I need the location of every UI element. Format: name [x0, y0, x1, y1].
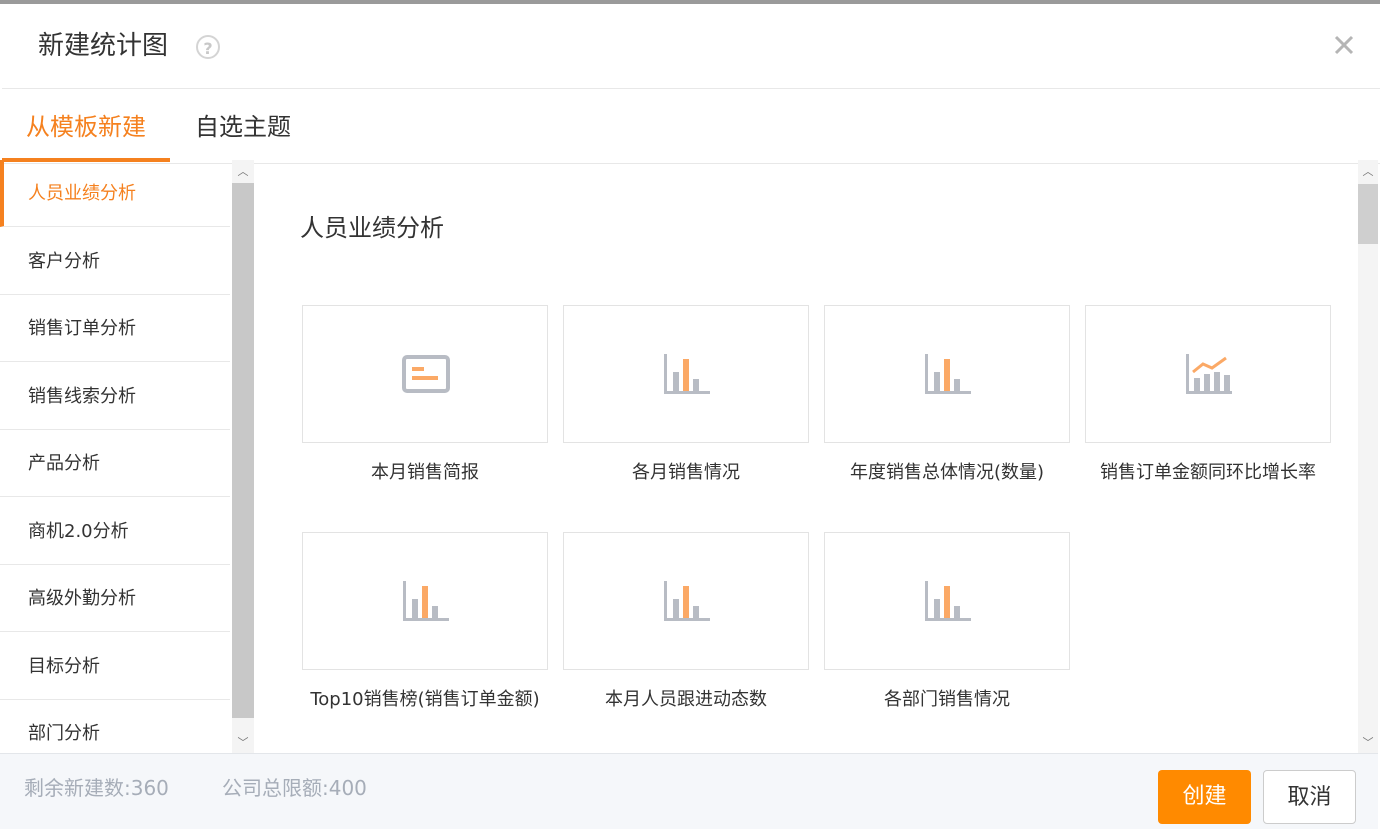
bar-chart-icon — [664, 354, 710, 394]
template-card-department-sales[interactable] — [824, 532, 1070, 670]
bar-chart-icon — [925, 354, 971, 394]
sidebar-scrollbar[interactable]: ︿ ﹀ — [232, 160, 254, 753]
scroll-down-arrow-icon[interactable]: ﹀ — [232, 733, 254, 753]
template-card-growth-rate[interactable] — [1085, 305, 1331, 443]
scroll-up-arrow-icon[interactable]: ︿ — [1357, 162, 1379, 182]
template-card-top10[interactable] — [302, 532, 548, 670]
card-label: 各部门销售情况 — [884, 689, 1010, 710]
sidebar-scroll-thumb[interactable] — [232, 183, 254, 718]
section-title: 人员业绩分析 — [300, 214, 444, 242]
close-icon[interactable] — [1330, 31, 1358, 59]
bar-chart-icon — [664, 581, 710, 621]
card-label: 本月人员跟进动态数 — [605, 689, 767, 710]
scroll-up-arrow-icon[interactable]: ︿ — [232, 162, 254, 182]
template-card-monthly-brief[interactable] — [302, 305, 548, 443]
sidebar-item-customer[interactable]: 客户分析 — [0, 228, 230, 295]
bar-chart-icon — [925, 581, 971, 621]
card-label: 年度销售总体情况(数量) — [849, 462, 1045, 483]
card-label: 各月销售情况 — [632, 462, 740, 483]
dialog-title: 新建统计图 — [38, 31, 169, 61]
company-limit: 公司总限额:400 — [222, 776, 367, 800]
card-label: 本月销售简报 — [371, 462, 479, 483]
sidebar-item-product[interactable]: 产品分析 — [0, 430, 230, 497]
tab-from-template[interactable]: 从模板新建 — [2, 89, 170, 162]
report-card-icon — [402, 355, 450, 393]
cancel-button[interactable]: 取消 — [1263, 770, 1356, 824]
sidebar-item-sales-lead[interactable]: 销售线索分析 — [0, 363, 230, 430]
sidebar-item-personnel-performance[interactable]: 人员业绩分析 — [0, 160, 230, 227]
card-label: 销售订单金额同环比增长率 — [1100, 462, 1316, 483]
sidebar-item-department[interactable]: 部门分析 — [0, 700, 230, 753]
scroll-down-arrow-icon[interactable]: ﹀ — [1357, 733, 1379, 753]
category-sidebar: 人员业绩分析 客户分析 销售订单分析 销售线索分析 产品分析 商机2.0分析 高… — [0, 160, 233, 753]
tab-custom-topic[interactable]: 自选主题 — [195, 89, 291, 162]
dialog-footer: 剩余新建数:360 公司总限额:400 创建 取消 — [0, 753, 1378, 829]
question-circle-icon[interactable]: ? — [196, 35, 220, 59]
main-scrollbar[interactable]: ︿ ﹀ — [1358, 160, 1378, 753]
card-label: Top10销售榜(销售订单金额) — [310, 689, 540, 710]
template-card-annual-sales[interactable] — [824, 305, 1070, 443]
remaining-count: 剩余新建数:360 — [24, 776, 169, 800]
sidebar-item-sales-order[interactable]: 销售订单分析 — [0, 295, 230, 362]
tab-bar: 从模板新建 自选主题 — [2, 89, 1380, 164]
line-bar-chart-icon — [1186, 354, 1232, 394]
sidebar-item-field-work[interactable]: 高级外勤分析 — [0, 565, 230, 632]
bar-chart-icon — [403, 581, 449, 621]
sidebar-item-opportunity[interactable]: 商机2.0分析 — [0, 498, 230, 565]
template-panel: 人员业绩分析 本月销售简报 各月销售情况 年度销售总体情况(数量) 销售订单金额… — [256, 160, 1358, 753]
template-card-monthly-sales[interactable] — [563, 305, 809, 443]
main-scroll-thumb[interactable] — [1358, 184, 1378, 244]
sidebar-item-target[interactable]: 目标分析 — [0, 633, 230, 700]
create-button[interactable]: 创建 — [1158, 770, 1251, 824]
template-card-followup[interactable] — [563, 532, 809, 670]
dialog-header: 新建统计图 ? — [2, 4, 1380, 89]
